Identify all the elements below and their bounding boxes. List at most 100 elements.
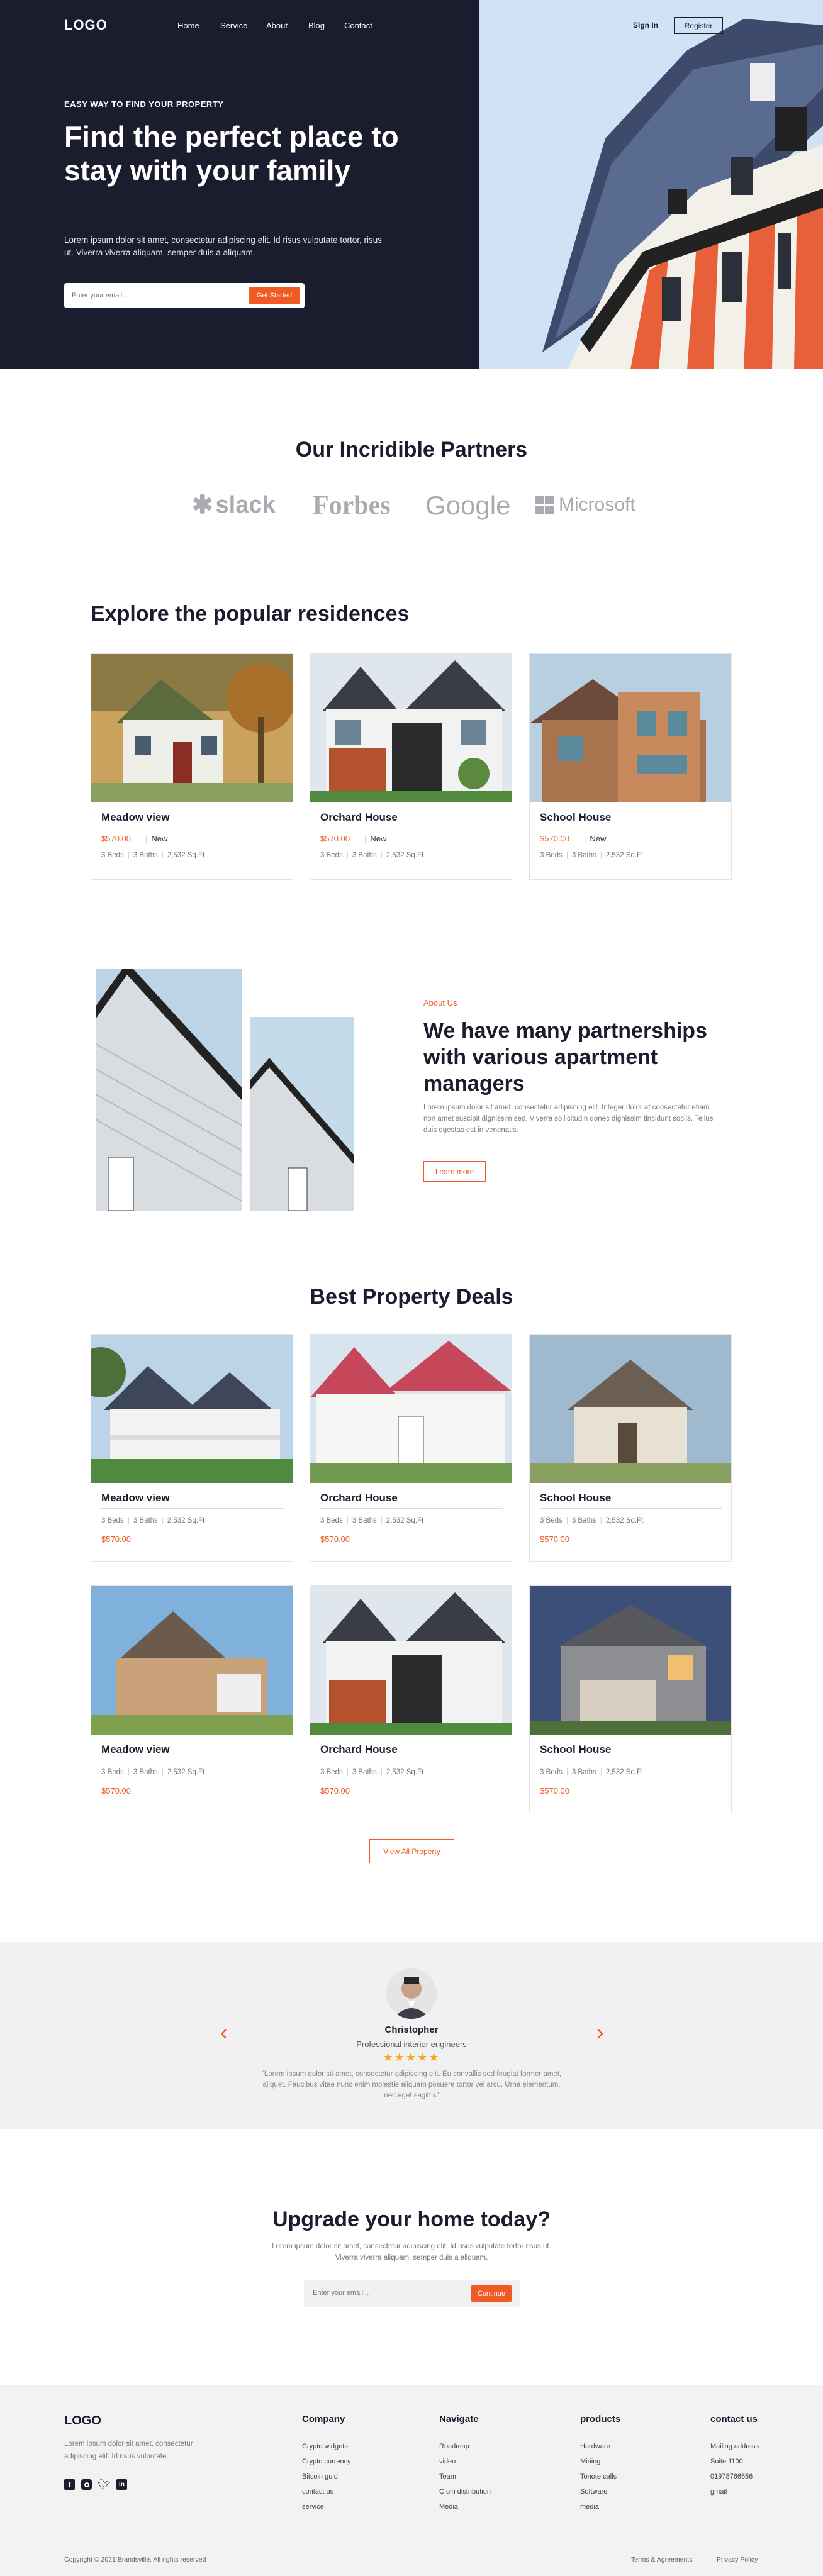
hero-title: Find the perfect place to stay with your… bbox=[64, 120, 399, 187]
footer-link[interactable]: Tonote calls bbox=[580, 2473, 617, 2480]
learn-more-button[interactable]: Learn more bbox=[423, 1161, 486, 1182]
get-started-button[interactable]: Get Started bbox=[249, 287, 300, 304]
residence-name: Orchard House bbox=[320, 811, 398, 823]
property-card[interactable]: School House 3 Beds | 3 Baths | 2,532 Sq.Ft $5… bbox=[529, 1334, 732, 1562]
footer-link[interactable]: Team bbox=[439, 2473, 456, 2480]
footer-link[interactable]: Mailing address bbox=[710, 2443, 759, 2450]
continue-button[interactable]: Continue bbox=[471, 2285, 512, 2302]
footer-link[interactable]: Crypto widgets bbox=[302, 2443, 348, 2450]
residence-image bbox=[91, 654, 293, 802]
residence-card[interactable]: School House $570.00 | New 3 Beds | 3 Baths… bbox=[529, 653, 732, 880]
residence-tag: | New bbox=[584, 834, 607, 843]
twitter-icon[interactable]: 🐦︎ bbox=[98, 2479, 110, 2490]
footer-link[interactable]: 01978766556 bbox=[710, 2473, 753, 2480]
footer-link[interactable]: Crypto currency bbox=[302, 2458, 351, 2465]
copyright: Copyright © 2021 Brandsville. All rights… bbox=[64, 2556, 206, 2563]
property-area: 2,532 Sq.Ft bbox=[386, 1768, 424, 1776]
footer-column-title: Company bbox=[302, 2414, 345, 2424]
about-image-right bbox=[250, 1017, 354, 1211]
residence-image bbox=[530, 654, 731, 802]
about-image-left bbox=[96, 969, 242, 1211]
view-all-property-button[interactable]: View All Property bbox=[369, 1839, 454, 1863]
property-image bbox=[310, 1335, 512, 1483]
residence-image bbox=[310, 654, 512, 802]
rating-stars: ★★★★★ bbox=[383, 2051, 440, 2063]
property-area: 2,532 Sq.Ft bbox=[605, 1517, 644, 1524]
property-baths: 3 Baths bbox=[571, 1517, 596, 1524]
linkedin-icon[interactable]: in bbox=[116, 2479, 127, 2490]
property-baths: 3 Baths bbox=[133, 1517, 158, 1524]
property-card[interactable]: Orchard House 3 Beds | 3 Baths | 2,532 Sq.Ft $… bbox=[310, 1585, 512, 1813]
footer-column-title: Navigate bbox=[439, 2414, 479, 2424]
residence-price: $570.00 bbox=[320, 834, 350, 843]
footer-link[interactable]: Media bbox=[439, 2503, 458, 2511]
nav-contact[interactable]: Contact bbox=[344, 21, 372, 30]
footer-column-title: products bbox=[580, 2414, 621, 2424]
register-button[interactable]: Register bbox=[674, 17, 723, 34]
footer-tagline: Lorem ipsum dolor sit amet, consectetur … bbox=[64, 2440, 193, 2460]
partner-microsoft-label: Microsoft bbox=[559, 494, 635, 515]
property-image bbox=[530, 1586, 731, 1735]
footer-link[interactable]: media bbox=[580, 2503, 599, 2511]
partner-slack: ✱ slack bbox=[192, 491, 276, 519]
nav-about[interactable]: About bbox=[266, 21, 288, 30]
testimonial-role: Professional interior engineers bbox=[356, 2040, 467, 2049]
residence-meta: 3 Beds | 3 Baths | 2,532 Sq.Ft bbox=[320, 852, 424, 859]
property-baths: 3 Baths bbox=[352, 1768, 377, 1776]
footer-link[interactable]: Hardware bbox=[580, 2443, 610, 2450]
nav-blog[interactable]: Blog bbox=[308, 21, 325, 30]
property-name: Orchard House bbox=[320, 1492, 398, 1504]
property-beds: 3 Beds bbox=[101, 1517, 124, 1524]
slack-icon: ✱ bbox=[192, 491, 213, 519]
property-meta: 3 Beds | 3 Baths | 2,532 Sq.Ft bbox=[540, 1517, 644, 1524]
property-card[interactable]: School House 3 Beds | 3 Baths | 2,532 Sq.Ft $5… bbox=[529, 1585, 732, 1813]
footer-link[interactable]: gmail bbox=[710, 2488, 727, 2496]
residence-meta: 3 Beds | 3 Baths | 2,532 Sq.Ft bbox=[540, 852, 644, 859]
footer-logo[interactable]: LOGO bbox=[64, 2414, 101, 2428]
property-card[interactable]: Orchard House 3 Beds | 3 Baths | 2,532 Sq.Ft $… bbox=[310, 1334, 512, 1562]
about-text: Lorem ipsum dolor sit amet, consectetur … bbox=[423, 1104, 714, 1134]
sign-in-link[interactable]: Sign In bbox=[633, 21, 658, 30]
residence-name: Meadow view bbox=[101, 811, 170, 823]
property-price: $570.00 bbox=[101, 1535, 131, 1544]
footer-link[interactable]: video bbox=[439, 2458, 456, 2465]
facebook-icon[interactable]: f bbox=[64, 2479, 75, 2490]
footer-link[interactable]: Mining bbox=[580, 2458, 600, 2465]
footer-link[interactable]: Suite 1100 bbox=[710, 2458, 743, 2465]
footer-link[interactable]: service bbox=[302, 2503, 324, 2511]
property-beds: 3 Beds bbox=[320, 1768, 343, 1776]
residence-tag-label: New bbox=[370, 834, 387, 843]
property-price: $570.00 bbox=[540, 1535, 569, 1544]
residence-card[interactable]: Orchard House $570.00 | New 3 Beds | 3 Bath… bbox=[310, 653, 512, 880]
property-meta: 3 Beds | 3 Baths | 2,532 Sq.Ft bbox=[540, 1768, 644, 1776]
footer-link[interactable]: Bitcoin guid bbox=[302, 2473, 338, 2480]
property-area: 2,532 Sq.Ft bbox=[605, 1768, 644, 1776]
hero-email-input[interactable] bbox=[72, 288, 223, 303]
residence-area: 2,532 Sq.Ft bbox=[605, 852, 644, 859]
terms-link[interactable]: Terms & Agreements bbox=[631, 2556, 692, 2563]
nav-service[interactable]: Service bbox=[220, 21, 247, 30]
property-area: 2,532 Sq.Ft bbox=[386, 1517, 424, 1524]
property-card[interactable]: Meadow view 3 Beds | 3 Baths | 2,532 Sq.Ft $57… bbox=[91, 1585, 293, 1813]
property-name: School House bbox=[540, 1492, 612, 1504]
property-area: 2,532 Sq.Ft bbox=[167, 1517, 205, 1524]
residence-tag: | New bbox=[145, 834, 168, 843]
property-name: Orchard House bbox=[320, 1743, 398, 1755]
privacy-link[interactable]: Privacy Policy bbox=[717, 2556, 758, 2563]
property-beds: 3 Beds bbox=[101, 1768, 124, 1776]
residence-baths: 3 Baths bbox=[352, 852, 377, 859]
residence-beds: 3 Beds bbox=[540, 852, 563, 859]
header-logo[interactable]: LOGO bbox=[64, 17, 108, 33]
footer-link[interactable]: Software bbox=[580, 2488, 607, 2496]
residence-card[interactable]: Meadow view $570.00 | New 3 Beds | 3 Baths |… bbox=[91, 653, 293, 880]
nav-home[interactable]: Home bbox=[177, 21, 199, 30]
upgrade-email-input[interactable] bbox=[313, 2286, 451, 2300]
property-card[interactable]: Meadow view 3 Beds | 3 Baths | 2,532 Sq.Ft $57… bbox=[91, 1334, 293, 1562]
residence-baths: 3 Baths bbox=[133, 852, 158, 859]
property-meta: 3 Beds | 3 Baths | 2,532 Sq.Ft bbox=[320, 1517, 424, 1524]
footer-link[interactable]: C oin distribution bbox=[439, 2488, 491, 2496]
footer-link[interactable]: Roadmap bbox=[439, 2443, 469, 2450]
instagram-icon[interactable] bbox=[81, 2479, 92, 2490]
footer-link[interactable]: contact us bbox=[302, 2488, 333, 2496]
avatar bbox=[386, 1968, 437, 2019]
